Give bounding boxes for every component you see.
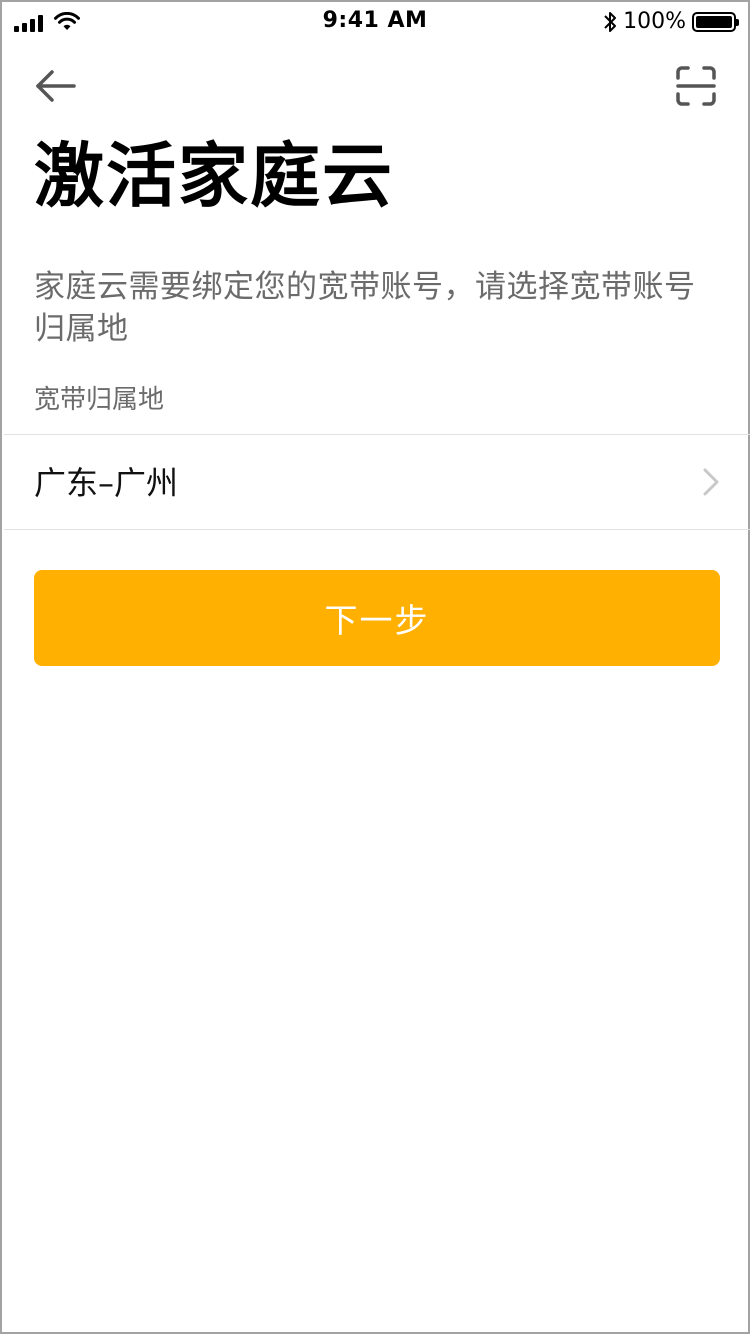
battery-percentage: 100% (623, 9, 686, 34)
scan-icon (676, 66, 716, 106)
page-description: 家庭云需要绑定您的宽带账号，请选择宽带账号归属地 (34, 269, 696, 347)
next-step-button[interactable]: 下一步 (34, 570, 720, 666)
app-screen: 9:41 AM 100% 激活家庭云 家庭云需要绑定您的宽带账号，请选择宽带账号… (0, 0, 750, 1334)
broadband-region-label: 宽带归属地 (34, 385, 165, 415)
bluetooth-icon (604, 11, 617, 32)
scan-button[interactable] (674, 64, 718, 108)
back-arrow-icon (36, 70, 76, 102)
back-button[interactable] (32, 64, 80, 108)
battery-icon (692, 11, 739, 32)
region-selector[interactable]: 广东–广州 (4, 434, 750, 530)
chevron-right-icon (703, 468, 719, 496)
page-title: 激活家庭云 (34, 135, 394, 217)
status-bar: 9:41 AM 100% (2, 2, 748, 42)
region-value: 广东–广州 (34, 464, 179, 502)
status-right: 100% (603, 9, 739, 34)
